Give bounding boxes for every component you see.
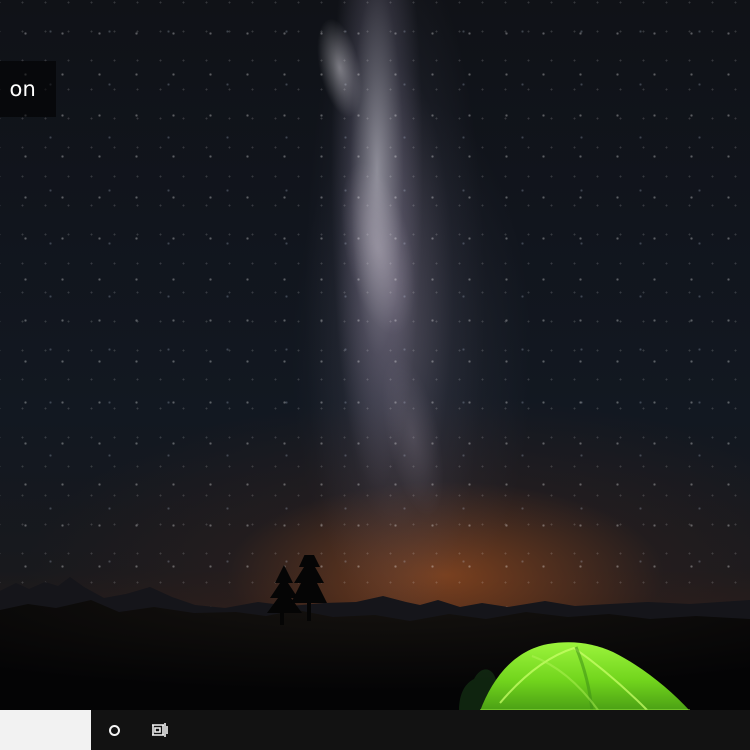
signin-partial-pill[interactable]: on	[0, 61, 56, 117]
taskbar	[0, 710, 750, 750]
taskbar-search-input[interactable]	[0, 710, 91, 750]
cortana-button[interactable]	[93, 710, 135, 750]
milky-way-glow	[261, 0, 495, 547]
mountain-landscape	[0, 555, 750, 715]
desktop-wallpaper: on	[0, 0, 750, 750]
signin-partial-text: on	[9, 77, 36, 101]
task-view-button[interactable]	[139, 710, 181, 750]
task-view-icon	[151, 722, 169, 738]
cortana-circle-icon	[108, 724, 120, 736]
